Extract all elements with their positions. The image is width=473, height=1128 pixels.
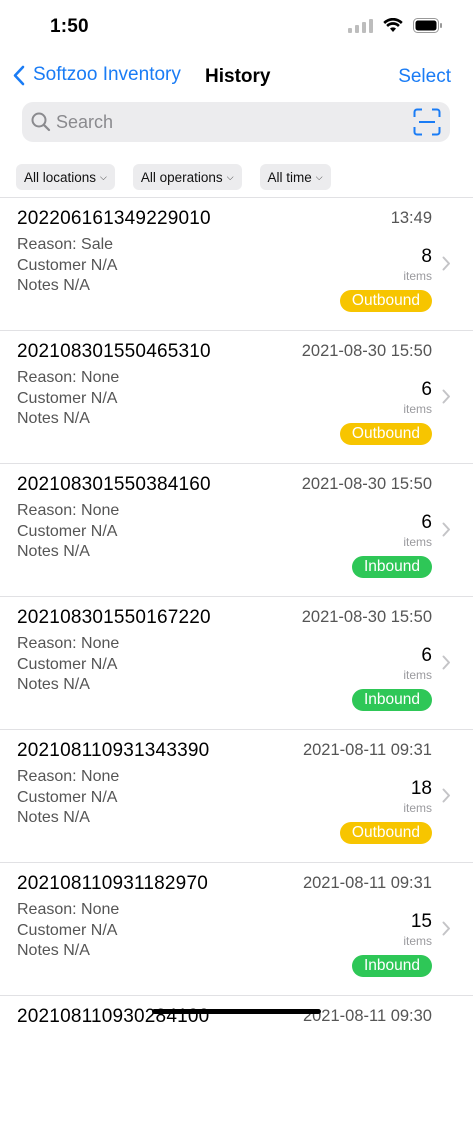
filter-locations[interactable]: All locations ⌵ (16, 164, 115, 190)
item-count-label: items (403, 269, 432, 283)
transaction-id: 202108301550167220 (17, 607, 211, 628)
chevron-down-icon: ⌵ (100, 171, 107, 182)
transaction-id: 202108301550384160 (17, 474, 211, 495)
history-row[interactable]: 202108301550384160 2021-08-30 15:50 Reas… (0, 463, 473, 596)
wifi-icon (383, 18, 403, 33)
transaction-customer: Customer N/A (17, 922, 118, 939)
status-icons (348, 18, 443, 33)
transaction-reason: Reason: Sale (17, 236, 114, 253)
history-row[interactable]: 202108301550167220 2021-08-30 15:50 Reas… (0, 596, 473, 729)
status-badge-inbound: Inbound (351, 955, 432, 977)
transaction-time: 2021-08-30 15:50 (301, 342, 432, 360)
filter-operations-label: All operations (140, 169, 223, 185)
transaction-id: 202108110931182970 (17, 873, 208, 894)
transaction-time: 13:49 (390, 209, 432, 227)
battery-icon (413, 18, 443, 33)
back-button[interactable]: Softzoo Inventory (12, 64, 181, 86)
item-count: 8 (421, 246, 432, 267)
chevron-right-icon (442, 522, 451, 542)
transaction-notes: Notes N/A (17, 942, 90, 959)
cellular-signal-icon (348, 18, 373, 33)
transaction-reason: Reason: None (17, 369, 120, 386)
transaction-notes: Notes N/A (17, 543, 90, 560)
transaction-time: 2021-08-11 09:30 (302, 1007, 432, 1025)
status-bar: 1:50 (0, 0, 473, 56)
filter-operations[interactable]: All operations ⌵ (132, 164, 242, 190)
filter-time-label: All time (267, 169, 312, 185)
transaction-customer: Customer N/A (17, 390, 118, 407)
item-count: 6 (421, 645, 432, 666)
transaction-customer: Customer N/A (17, 257, 118, 274)
item-count: 15 (410, 911, 432, 932)
transaction-time: 2021-08-11 09:31 (302, 874, 432, 892)
status-badge-inbound: Inbound (351, 689, 432, 711)
chevron-right-icon (442, 921, 451, 941)
home-indicator (152, 1009, 321, 1014)
barcode-scan-icon[interactable] (413, 108, 441, 141)
item-count: 6 (421, 379, 432, 400)
history-row[interactable]: 202108110931182970 2021-08-11 09:31 Reas… (0, 862, 473, 995)
transaction-reason: Reason: None (17, 502, 120, 519)
filter-time[interactable]: All time ⌵ (259, 164, 331, 190)
transaction-id: 20220616134922​9010 (17, 208, 211, 229)
transaction-time: 2021-08-30 15:50 (301, 475, 432, 493)
transaction-notes: Notes N/A (17, 809, 90, 826)
status-time: 1:50 (50, 16, 89, 37)
chevron-right-icon (442, 389, 451, 409)
chevron-left-icon (13, 65, 25, 85)
chevron-right-icon (442, 655, 451, 675)
transaction-reason: Reason: None (17, 901, 120, 918)
status-badge-outbound: Outbound (339, 423, 432, 445)
transaction-notes: Notes N/A (17, 676, 90, 693)
status-badge-outbound: Outbound (339, 290, 432, 312)
history-row[interactable]: 20220616134922​9010 13:49 Reason: Sale C… (0, 197, 473, 330)
search-input[interactable] (56, 102, 416, 142)
transaction-notes: Notes N/A (17, 277, 90, 294)
transaction-id: 202108110931343390 (17, 740, 210, 761)
filter-bar: All locations ⌵ All operations ⌵ All tim… (16, 164, 331, 190)
search-icon (31, 112, 51, 137)
navigation-bar: Softzoo Inventory History Select (0, 56, 473, 100)
item-count-label: items (403, 801, 432, 815)
select-button[interactable]: Select (398, 66, 451, 88)
transaction-customer: Customer N/A (17, 789, 118, 806)
history-row[interactable]: 202108110931343390 2021-08-11 09:31 Reas… (0, 729, 473, 862)
status-badge-inbound: Inbound (351, 556, 432, 578)
transaction-customer: Customer N/A (17, 656, 118, 673)
transaction-id: 202108301550465310 (17, 341, 211, 362)
item-count-label: items (403, 402, 432, 416)
item-count-label: items (403, 535, 432, 549)
back-button-label: Softzoo Inventory (33, 64, 181, 85)
search-bar (22, 102, 450, 142)
transaction-time: 2021-08-11 09:31 (302, 741, 432, 759)
chevron-down-icon: ⌵ (315, 171, 323, 182)
item-count-label: items (403, 668, 432, 682)
history-list: 20220616134922​9010 13:49 Reason: Sale C… (0, 197, 473, 1128)
history-row[interactable]: 202108110930284100 2021-08-11 09:30 (0, 995, 473, 1128)
chevron-down-icon: ⌵ (226, 171, 234, 182)
transaction-notes: Notes N/A (17, 410, 90, 427)
item-count: 6 (421, 512, 432, 533)
transaction-customer: Customer N/A (17, 523, 118, 540)
chevron-right-icon (442, 256, 451, 276)
transaction-reason: Reason: None (17, 635, 120, 652)
page-title: History (205, 66, 271, 87)
item-count: 18 (410, 778, 432, 799)
status-badge-outbound: Outbound (339, 822, 432, 844)
item-count-label: items (403, 934, 432, 948)
transaction-reason: Reason: None (17, 768, 120, 785)
transaction-time: 2021-08-30 15:50 (301, 608, 432, 626)
filter-locations-label: All locations (24, 169, 97, 185)
chevron-right-icon (442, 788, 451, 808)
history-row[interactable]: 202108301550465310 2021-08-30 15:50 Reas… (0, 330, 473, 463)
